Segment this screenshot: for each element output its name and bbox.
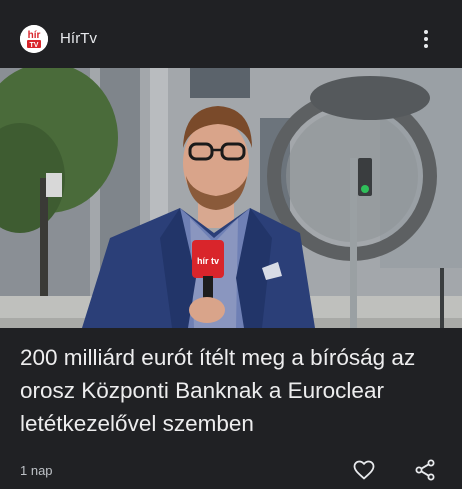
reporter-photo: hír tv <box>0 68 462 328</box>
like-button[interactable] <box>352 458 376 482</box>
source-logo[interactable]: hír TV <box>20 25 48 53</box>
share-icon <box>415 459 435 481</box>
article-headline[interactable]: 200 milliárd eurót ítélt meg a bíróság a… <box>20 341 450 440</box>
news-card[interactable]: hír TV HírTv hír tv 200 milliárd eurót í… <box>0 0 462 489</box>
source-name[interactable]: HírTv <box>60 30 97 47</box>
heart-outline-icon <box>353 460 375 480</box>
microphone-flag-text: hír tv <box>197 256 219 266</box>
article-time: 1 nap <box>20 463 53 478</box>
hirtv-logo-icon: hír TV <box>20 25 48 53</box>
logo-text-top: hír <box>28 30 41 41</box>
more-vert-icon <box>424 30 428 34</box>
article-thumbnail[interactable]: hír tv <box>0 68 462 328</box>
card-header: hír TV HírTv <box>0 0 462 68</box>
more-options-button[interactable] <box>414 27 438 51</box>
logo-text-bottom: TV <box>30 42 39 49</box>
share-button[interactable] <box>413 458 437 482</box>
